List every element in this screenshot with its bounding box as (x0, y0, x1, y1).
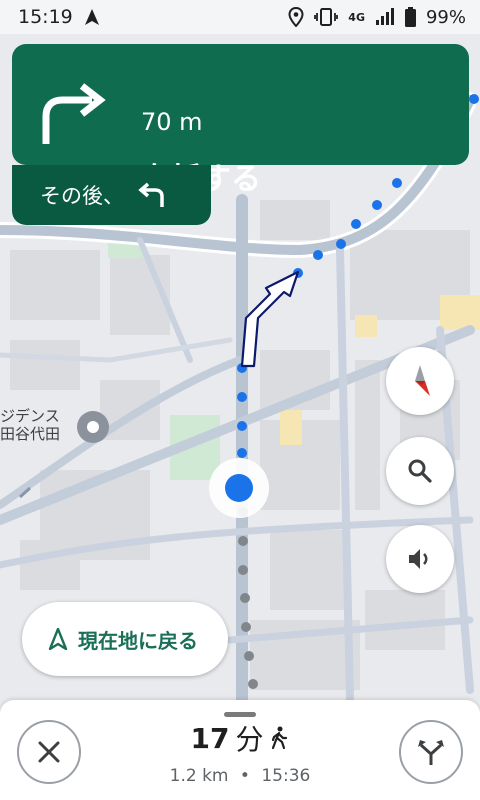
then-label: その後、 (40, 184, 124, 208)
battery-level: 99% (425, 6, 466, 28)
recenter-button[interactable]: 現在地に戻る (22, 602, 228, 676)
turn-left-arrow-icon (138, 182, 164, 207)
place-label-line1: ジデンス (0, 407, 60, 425)
eta-distance: 1.2 km (169, 766, 229, 786)
sound-icon (409, 549, 428, 569)
status-bar: 15:19 4G 99% (0, 0, 480, 34)
search-button[interactable] (386, 437, 454, 505)
direction-banner[interactable]: 70 m 右折する (12, 44, 469, 197)
eta-details: 1.2 km • 15:36 (0, 766, 480, 786)
turn-right-arrow-icon (42, 83, 106, 144)
then-instruction: その後、 (12, 165, 211, 225)
vibrate-icon (314, 8, 339, 26)
recenter-label: 現在地に戻る (78, 628, 198, 653)
battery-icon (404, 7, 416, 27)
maneuver-distance: 70 m (141, 108, 203, 136)
eta-time: 17 分 (191, 718, 290, 758)
search-icon (408, 459, 432, 483)
signal-icon (375, 8, 394, 25)
4g-icon: 4G (348, 10, 365, 24)
eta-value: 17 (190, 721, 230, 755)
navigation-arrow-icon (84, 9, 99, 25)
compass-icon (415, 365, 430, 396)
eta-unit: 分 (235, 723, 264, 756)
place-label-line2: 田谷代田 (0, 425, 61, 443)
drag-handle[interactable] (224, 712, 256, 717)
place-label: ジデンス 田谷代田 (0, 407, 60, 443)
compass-button[interactable] (386, 347, 454, 415)
eta-arrival: 15:36 (261, 766, 311, 786)
status-time: 15:19 (18, 6, 73, 28)
sound-button[interactable] (386, 525, 454, 593)
walking-icon (272, 726, 288, 750)
eta-block[interactable]: 17 分 1.2 km • 15:36 (0, 718, 480, 787)
navigation-arrow-icon (48, 628, 68, 650)
eta-separator: • (239, 766, 250, 786)
location-icon (288, 7, 304, 27)
